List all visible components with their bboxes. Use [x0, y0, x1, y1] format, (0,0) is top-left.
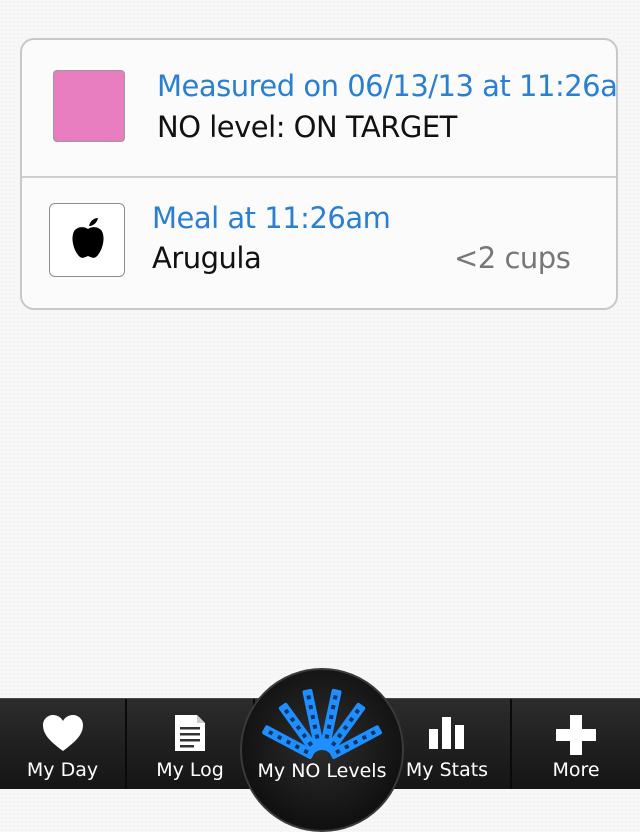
log-card: Measured on 06/13/13 at 11:26am NO level…	[20, 38, 618, 310]
no-level-color-swatch	[53, 70, 125, 142]
tab-more-label: More	[552, 759, 600, 781]
measurement-entry[interactable]: Measured on 06/13/13 at 11:26am NO level…	[22, 40, 616, 178]
apple-icon	[72, 218, 104, 258]
meal-quantity: <2 cups	[454, 241, 571, 275]
no-levels-icon	[262, 688, 382, 760]
tab-my-log[interactable]: My Log	[127, 699, 255, 789]
tab-my-no-levels[interactable]: My NO Levels	[240, 668, 404, 788]
tab-my-day-label: My Day	[26, 759, 99, 781]
heart-icon	[42, 715, 83, 751]
meal-icon-box	[49, 203, 125, 277]
plus-icon	[556, 715, 596, 755]
no-level-status: NO level: ON TARGET	[157, 110, 457, 144]
meal-food-name: Arugula	[152, 241, 262, 275]
bar-chart-icon	[429, 717, 464, 749]
document-icon	[175, 715, 205, 751]
tab-my-log-label: My Log	[156, 759, 224, 781]
tab-my-day[interactable]: My Day	[0, 699, 127, 789]
meal-entry[interactable]: Meal at 11:26am Arugula <2 cups	[22, 178, 616, 308]
tab-my-no-levels-label: My NO Levels	[257, 760, 387, 782]
measurement-title: Measured on 06/13/13 at 11:26am	[157, 69, 618, 103]
meal-title: Meal at 11:26am	[152, 201, 391, 235]
tab-more[interactable]: More	[512, 699, 640, 789]
